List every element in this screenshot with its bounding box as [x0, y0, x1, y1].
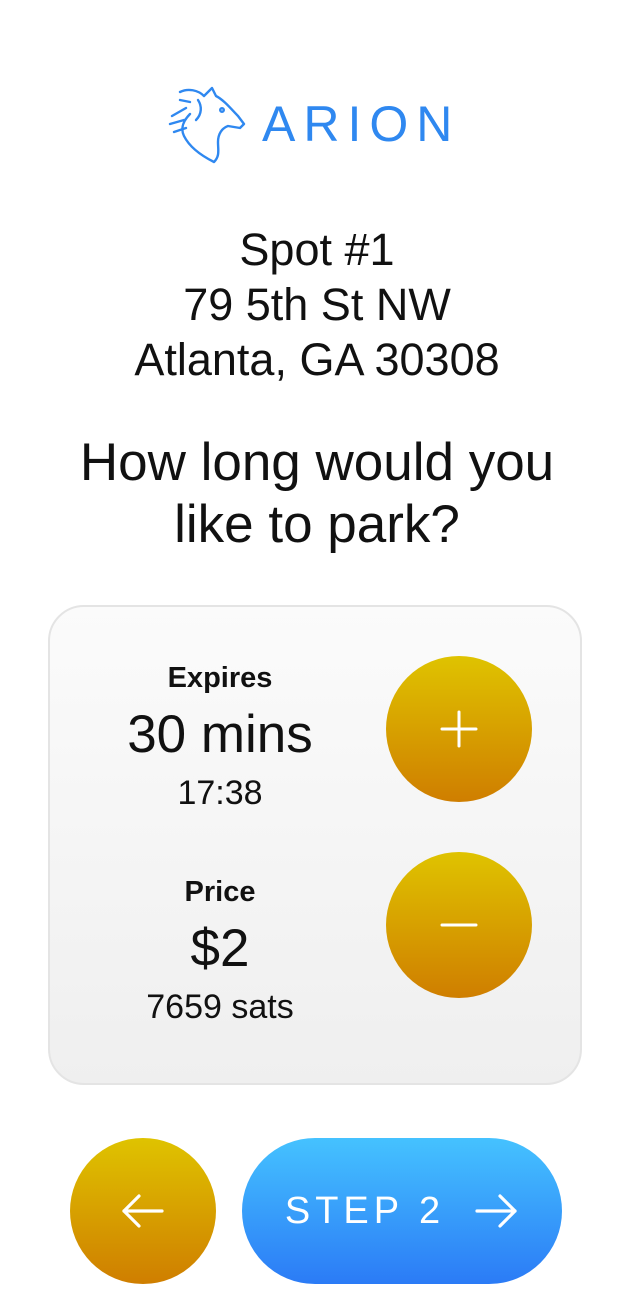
question-line-2: like to park?: [174, 495, 460, 554]
expires-label: Expires: [167, 662, 273, 694]
duration-value: 30 mins: [127, 705, 313, 764]
price-sats: 7659 sats: [146, 988, 294, 1026]
price-value: $2: [190, 919, 250, 978]
back-button[interactable]: [70, 1138, 216, 1284]
spot-title: Spot #1: [239, 224, 395, 275]
spot-address: Spot #1 79 5th St NW Atlanta, GA 30308: [0, 222, 634, 387]
next-step-button[interactable]: STEP 2: [242, 1138, 562, 1284]
duration-card: Expires 30 mins 17:38 Price $2 7659 sats: [48, 605, 582, 1085]
question-line-1: How long would you: [79, 433, 555, 492]
plus-icon: [440, 710, 478, 748]
price-label: Price: [184, 876, 256, 908]
horse-head-icon: [168, 86, 246, 164]
expires-info: Expires 30 mins 17:38: [50, 661, 390, 813]
spot-street: 79 5th St NW: [183, 279, 451, 330]
minus-icon: [440, 923, 478, 927]
brand-name: ARION: [262, 96, 461, 152]
price-info: Price $2 7659 sats: [50, 875, 390, 1027]
arrow-right-icon: [475, 1194, 517, 1228]
brand-logo: ARION: [168, 84, 460, 164]
spot-city: Atlanta, GA 30308: [134, 334, 500, 385]
expiry-time: 17:38: [177, 774, 263, 812]
decrease-duration-button[interactable]: [386, 852, 532, 998]
next-step-label: STEP 2: [284, 1189, 446, 1232]
increase-duration-button[interactable]: [386, 656, 532, 802]
arrow-left-icon: [122, 1194, 164, 1228]
duration-question: How long would you like to park?: [0, 432, 634, 556]
